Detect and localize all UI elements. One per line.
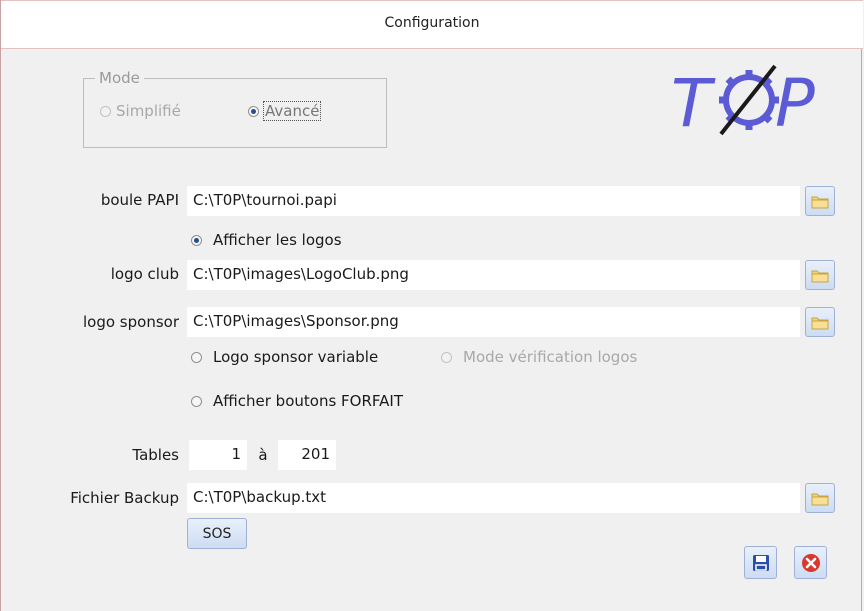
mode-simplifie-radio[interactable]: Simplifié (100, 102, 181, 120)
mode-verification-label: Mode vérification logos (463, 348, 638, 366)
title-bar: Configuration (1, 0, 863, 49)
radio-indicator (441, 351, 452, 363)
svg-text:P: P (775, 65, 815, 136)
fichier-backup-browse-button[interactable] (805, 483, 835, 513)
radio-indicator (100, 105, 111, 117)
fichier-backup-input[interactable]: C:\T0P\backup.txt (187, 483, 800, 513)
logo-club-input[interactable]: C:\T0P\images\LogoClub.png (187, 260, 800, 290)
svg-text:T: T (671, 65, 716, 136)
mode-avance-radio[interactable]: Avancé (248, 101, 322, 121)
floppy-disk-icon (752, 554, 769, 571)
radio-indicator (191, 395, 202, 407)
mode-group-legend: Mode (95, 69, 144, 87)
configuration-window: Configuration Mode Simplifié Avancé T P … (0, 0, 863, 611)
sos-button[interactable]: SOS (187, 518, 247, 549)
gear-icon (719, 64, 779, 136)
afficher-forfait-radio[interactable]: Afficher boutons FORFAIT (191, 392, 403, 410)
mode-avance-label: Avancé (262, 101, 322, 121)
logo-sponsor-variable-label: Logo sponsor variable (213, 348, 379, 366)
logo-sponsor-label: logo sponsor (83, 313, 179, 331)
save-button[interactable] (744, 546, 777, 579)
folder-icon (811, 317, 829, 329)
mode-verification-radio[interactable]: Mode vérification logos (441, 348, 637, 366)
tables-to-input[interactable]: 201 (278, 440, 336, 470)
close-circle-icon (801, 553, 820, 572)
folder-icon (811, 196, 829, 208)
cancel-button[interactable] (794, 546, 827, 579)
boule-papi-label: boule PAPI (100, 191, 179, 209)
window-title: Configuration (384, 15, 480, 31)
logo-sponsor-input[interactable]: C:\T0P\images\Sponsor.png (187, 307, 800, 337)
folder-icon (811, 270, 829, 282)
boule-papi-input[interactable]: C:\T0P\tournoi.papi (187, 186, 800, 216)
top-logo: T P (671, 64, 815, 136)
logo-sponsor-browse-button[interactable] (805, 307, 835, 337)
tables-label: Tables (132, 446, 179, 464)
fichier-backup-label: Fichier Backup (70, 489, 179, 507)
logo-club-browse-button[interactable] (805, 260, 835, 290)
logo-club-label: logo club (110, 265, 179, 283)
afficher-logos-radio[interactable]: Afficher les logos (191, 231, 342, 249)
radio-indicator (248, 105, 259, 117)
tables-from-input[interactable]: 1 (189, 440, 247, 470)
logo-sponsor-variable-radio[interactable]: Logo sponsor variable (191, 348, 378, 366)
afficher-forfait-label: Afficher boutons FORFAIT (213, 392, 403, 410)
tables-separator: à (258, 446, 268, 464)
folder-icon (811, 493, 829, 505)
afficher-logos-label: Afficher les logos (213, 231, 342, 249)
radio-indicator (191, 234, 202, 246)
radio-indicator (191, 351, 202, 363)
mode-simplifie-label: Simplifié (116, 102, 181, 120)
boule-papi-browse-button[interactable] (805, 186, 835, 216)
